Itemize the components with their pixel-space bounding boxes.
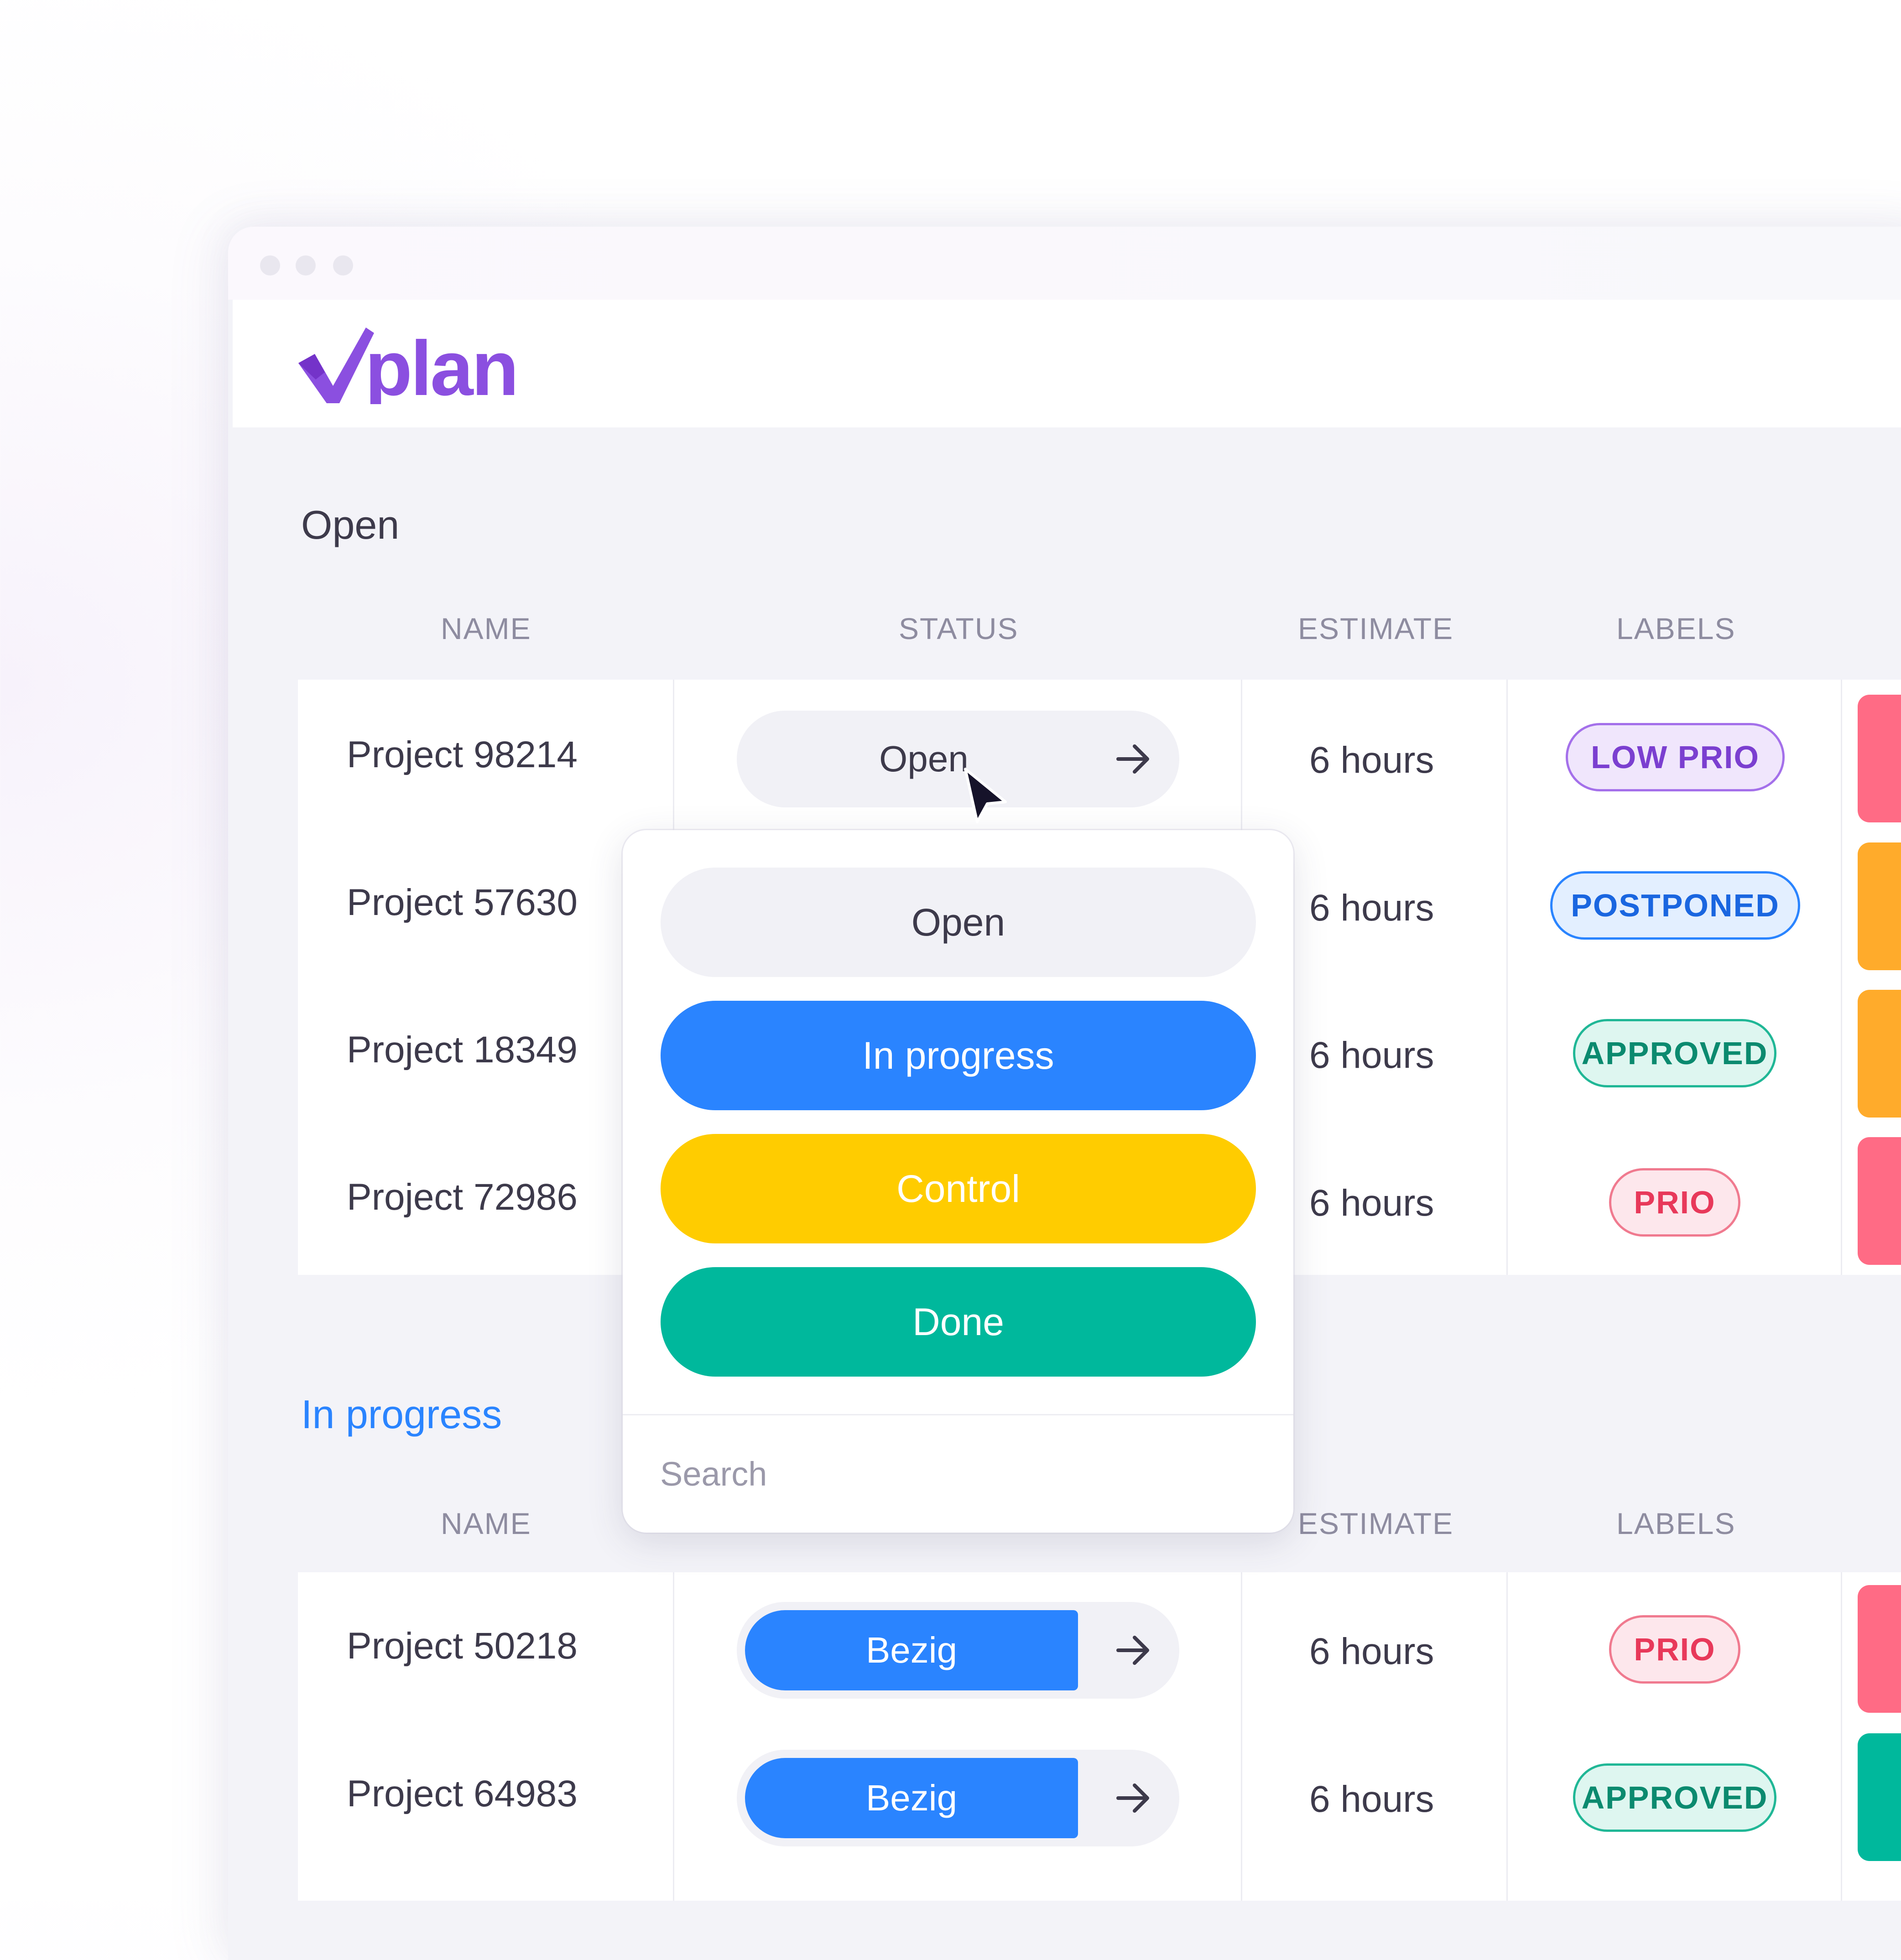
label-chip-prio[interactable]: PRIO	[1609, 1168, 1740, 1237]
mouse-cursor-icon	[964, 768, 1007, 823]
dropdown-divider	[623, 1414, 1293, 1415]
status-selector[interactable]: Open	[737, 711, 1179, 807]
vplan-logo[interactable]: plan	[297, 325, 519, 412]
status-option-control[interactable]: Control	[661, 1134, 1256, 1243]
column-header-labels[interactable]: LABELS	[1616, 1506, 1736, 1541]
column-divider	[1506, 1572, 1508, 1901]
row-color-bar	[1858, 1137, 1901, 1265]
status-fill-in-progress: Bezig	[745, 1610, 1078, 1690]
column-divider	[673, 1572, 674, 1901]
status-selector[interactable]: Bezig	[737, 1750, 1179, 1846]
arrow-right-icon	[1116, 1783, 1149, 1813]
row-color-bar	[1858, 695, 1901, 822]
column-header-name[interactable]: NAME	[441, 611, 531, 646]
row-name[interactable]: Project 72986	[347, 1176, 578, 1219]
status-option-in-progress[interactable]: In progress	[661, 1001, 1256, 1110]
window-dot-3[interactable]	[333, 255, 353, 276]
row-estimate: 6 hours	[1309, 1182, 1434, 1224]
status-label: Bezig	[865, 1630, 958, 1670]
label-chip-approved[interactable]: APPROVED	[1573, 1763, 1776, 1832]
row-estimate: 6 hours	[1309, 1631, 1434, 1672]
window-dot-2[interactable]	[296, 255, 316, 276]
section-title-open: Open	[301, 502, 400, 547]
row-color-bar	[1858, 842, 1901, 970]
status-fill-in-progress: Bezig	[745, 1758, 1078, 1838]
label-chip-postponed[interactable]: POSTPONED	[1550, 871, 1800, 940]
row-name[interactable]: Project 50218	[347, 1625, 578, 1668]
column-divider	[1241, 1572, 1242, 1901]
status-option-done[interactable]: Done	[661, 1267, 1256, 1377]
row-color-bar	[1858, 990, 1901, 1118]
row-name[interactable]: Project 18349	[347, 1029, 578, 1071]
label-chip-low-prio[interactable]: LOW PRIO	[1566, 723, 1785, 791]
status-dropdown: Open In progress Control Done	[623, 830, 1293, 1533]
label-chip-prio[interactable]: PRIO	[1609, 1615, 1740, 1684]
status-option-open[interactable]: Open	[661, 868, 1256, 977]
column-header-status[interactable]: STATUS	[899, 611, 1019, 646]
status-label: Open	[879, 738, 969, 779]
column-divider	[1841, 680, 1842, 1275]
status-search-input[interactable]	[659, 1446, 1254, 1502]
column-divider	[1506, 680, 1508, 1275]
row-estimate: 6 hours	[1309, 739, 1434, 781]
column-divider	[1841, 1572, 1842, 1901]
window-dot-1[interactable]	[260, 255, 280, 276]
column-header-labels[interactable]: LABELS	[1616, 611, 1736, 646]
row-name[interactable]: Project 64983	[347, 1773, 578, 1815]
column-header-name[interactable]: NAME	[441, 1506, 531, 1541]
column-header-estimate[interactable]: ESTIMATE	[1298, 1506, 1453, 1541]
label-chip-approved[interactable]: APPROVED	[1573, 1019, 1776, 1087]
section-title-in-progress: In progress	[301, 1392, 502, 1437]
status-selector[interactable]: Bezig	[737, 1602, 1179, 1699]
row-color-bar	[1858, 1585, 1901, 1713]
arrow-right-icon	[1116, 744, 1149, 774]
column-header-estimate[interactable]: ESTIMATE	[1298, 611, 1453, 646]
status-label: Bezig	[865, 1778, 958, 1818]
row-estimate: 6 hours	[1309, 887, 1434, 929]
window-titlebar	[228, 227, 1901, 300]
row-name[interactable]: Project 57630	[347, 881, 578, 924]
arrow-right-icon	[1116, 1636, 1149, 1665]
row-estimate: 6 hours	[1309, 1035, 1434, 1076]
row-estimate: 6 hours	[1309, 1778, 1434, 1820]
svg-text:plan: plan	[365, 327, 516, 404]
row-color-bar	[1858, 1733, 1901, 1861]
row-name[interactable]: Project 98214	[347, 733, 578, 776]
